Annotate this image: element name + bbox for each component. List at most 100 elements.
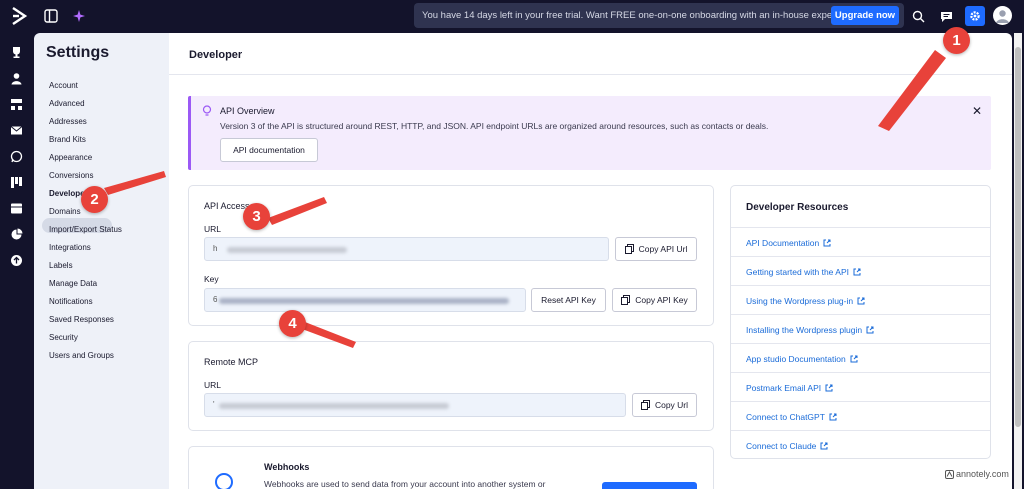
api-key-value: 6 xyxy=(213,295,218,304)
resource-link-wordpress-plugin[interactable]: Using the Wordpress plug-in xyxy=(746,296,865,306)
redacted-value xyxy=(219,403,449,409)
sidebar-item-notifications[interactable]: Notifications xyxy=(49,297,93,306)
annotely-logo-icon xyxy=(945,469,954,479)
link-label: Using the Wordpress plug-in xyxy=(746,296,854,306)
user-icon[interactable] xyxy=(8,70,24,86)
gear-icon[interactable] xyxy=(965,6,985,26)
sidebar-item-advanced[interactable]: Advanced xyxy=(49,99,85,108)
resource-row: Getting started with the API xyxy=(731,256,990,285)
main-content: Developer API Overview Version 3 of the … xyxy=(169,33,1012,489)
reset-api-key-button[interactable]: Reset API Key xyxy=(531,288,606,312)
whatsapp-icon[interactable] xyxy=(8,148,24,164)
resource-link-app-studio[interactable]: App studio Documentation xyxy=(746,354,858,364)
sidebar-item-account[interactable]: Account xyxy=(49,81,78,90)
external-link-icon xyxy=(857,297,865,305)
developer-resources-card: Developer Resources API Documentation Ge… xyxy=(730,185,991,459)
sidebar-item-manage-data[interactable]: Manage Data xyxy=(49,279,97,288)
overview-title: API Overview xyxy=(220,106,275,116)
copy-api-key-button[interactable]: Copy API Key xyxy=(612,288,697,312)
divider xyxy=(169,74,1012,75)
key-label: Key xyxy=(204,274,219,284)
external-link-icon xyxy=(829,413,837,421)
sidebar-item-users-groups[interactable]: Users and Groups xyxy=(49,351,114,360)
url-label: URL xyxy=(204,224,222,234)
external-link-icon xyxy=(850,355,858,363)
copy-mcp-url-button[interactable]: Copy Url xyxy=(632,393,697,417)
link-label: App studio Documentation xyxy=(746,354,846,364)
annotation-badge-4: 4 xyxy=(279,310,306,337)
webhook-icon xyxy=(215,473,233,489)
sidebar-item-labels[interactable]: Labels xyxy=(49,261,73,270)
link-label: Postmark Email API xyxy=(746,383,822,393)
resource-row: API Documentation xyxy=(731,227,990,256)
sidebar-item-conversions[interactable]: Conversions xyxy=(49,171,93,180)
link-label: Connect to Claude xyxy=(746,441,817,451)
upgrade-button[interactable]: Upgrade now xyxy=(831,6,899,25)
resource-row: Using the Wordpress plug-in xyxy=(731,285,990,314)
kanban-icon[interactable] xyxy=(8,174,24,190)
webhooks-description: Webhooks are used to send data from your… xyxy=(264,479,546,489)
api-key-field[interactable]: 6 xyxy=(204,288,526,312)
mail-icon[interactable] xyxy=(8,122,24,138)
sidebar-item-brand-kits[interactable]: Brand Kits xyxy=(49,135,86,144)
api-overview-banner: API Overview Version 3 of the API is str… xyxy=(188,96,991,170)
api-url-field[interactable]: h xyxy=(204,237,609,261)
settings-sidebar: Settings Account Advanced Addresses Bran… xyxy=(34,33,169,489)
logo-icon[interactable] xyxy=(10,6,28,26)
resource-row: Installing the Wordpress plugin xyxy=(731,314,990,343)
resource-row: Connect to ChatGPT xyxy=(731,401,990,430)
mcp-url-field[interactable]: ' xyxy=(204,393,626,417)
resource-link-postmark[interactable]: Postmark Email API xyxy=(746,383,833,393)
sidebar-item-appearance[interactable]: Appearance xyxy=(49,153,92,162)
sidebar-item-integrations[interactable]: Integrations xyxy=(49,243,91,252)
reset-api-key-label: Reset API Key xyxy=(541,295,596,305)
resource-link-api-docs[interactable]: API Documentation xyxy=(746,238,831,248)
webhooks-title: Webhooks xyxy=(264,462,310,472)
resource-link-chatgpt[interactable]: Connect to ChatGPT xyxy=(746,412,837,422)
sparkle-icon[interactable] xyxy=(70,7,88,25)
scroll-thumb[interactable] xyxy=(1015,47,1021,427)
sidebar-item-security[interactable]: Security xyxy=(49,333,78,342)
search-icon[interactable] xyxy=(909,7,927,25)
copy-api-key-label: Copy API Key xyxy=(635,295,688,305)
resource-link-claude[interactable]: Connect to Claude xyxy=(746,441,828,451)
close-icon[interactable]: ✕ xyxy=(972,104,982,118)
avatar[interactable] xyxy=(993,6,1012,25)
api-access-title: API Access xyxy=(204,201,250,211)
copy-icon xyxy=(621,295,631,305)
external-link-icon xyxy=(823,239,831,247)
copy-icon xyxy=(640,400,650,410)
external-link-icon xyxy=(820,442,828,450)
resource-link-getting-started[interactable]: Getting started with the API xyxy=(746,267,861,277)
chat-icon[interactable] xyxy=(937,7,955,25)
page-title: Developer xyxy=(189,49,243,61)
sidebar-item-addresses[interactable]: Addresses xyxy=(49,117,87,126)
sidebar-item-import-export[interactable]: Import/Export Status xyxy=(49,225,122,234)
pie-chart-icon[interactable] xyxy=(8,226,24,242)
lightbulb-icon xyxy=(202,105,212,119)
sidebar-item-domains[interactable]: Domains xyxy=(49,207,81,216)
scrollbar[interactable] xyxy=(1014,33,1022,489)
resource-link-installing-wordpress[interactable]: Installing the Wordpress plugin xyxy=(746,325,874,335)
upload-icon[interactable] xyxy=(8,252,24,268)
copy-api-url-button[interactable]: Copy API Url xyxy=(615,237,697,261)
remote-mcp-card: Remote MCP URL ' Copy Url xyxy=(188,341,714,431)
sidebar-toggle-icon[interactable] xyxy=(42,7,60,25)
link-label: API Documentation xyxy=(746,238,820,248)
top-bar: You have 14 days left in your free trial… xyxy=(0,0,1024,32)
sitemap-icon[interactable] xyxy=(8,96,24,112)
webhook-action-button[interactable] xyxy=(602,482,697,489)
sidebar-item-saved-responses[interactable]: Saved Responses xyxy=(49,315,114,324)
watermark-text: annotely.com xyxy=(956,469,1009,479)
copy-api-url-label: Copy API Url xyxy=(638,244,688,254)
trophy-icon[interactable] xyxy=(8,44,24,60)
api-documentation-button[interactable]: API documentation xyxy=(220,138,318,162)
annotation-badge-3: 3 xyxy=(243,203,270,230)
mcp-url-label: URL xyxy=(204,380,222,390)
annotation-badge-2: 2 xyxy=(81,186,108,213)
remote-mcp-title: Remote MCP xyxy=(204,357,259,367)
redacted-value xyxy=(219,298,509,304)
annotation-badge-1: 1 xyxy=(943,27,970,54)
api-access-card: API Access URL h Copy API Url Key 6 Rese… xyxy=(188,185,714,326)
list-icon[interactable] xyxy=(8,200,24,216)
